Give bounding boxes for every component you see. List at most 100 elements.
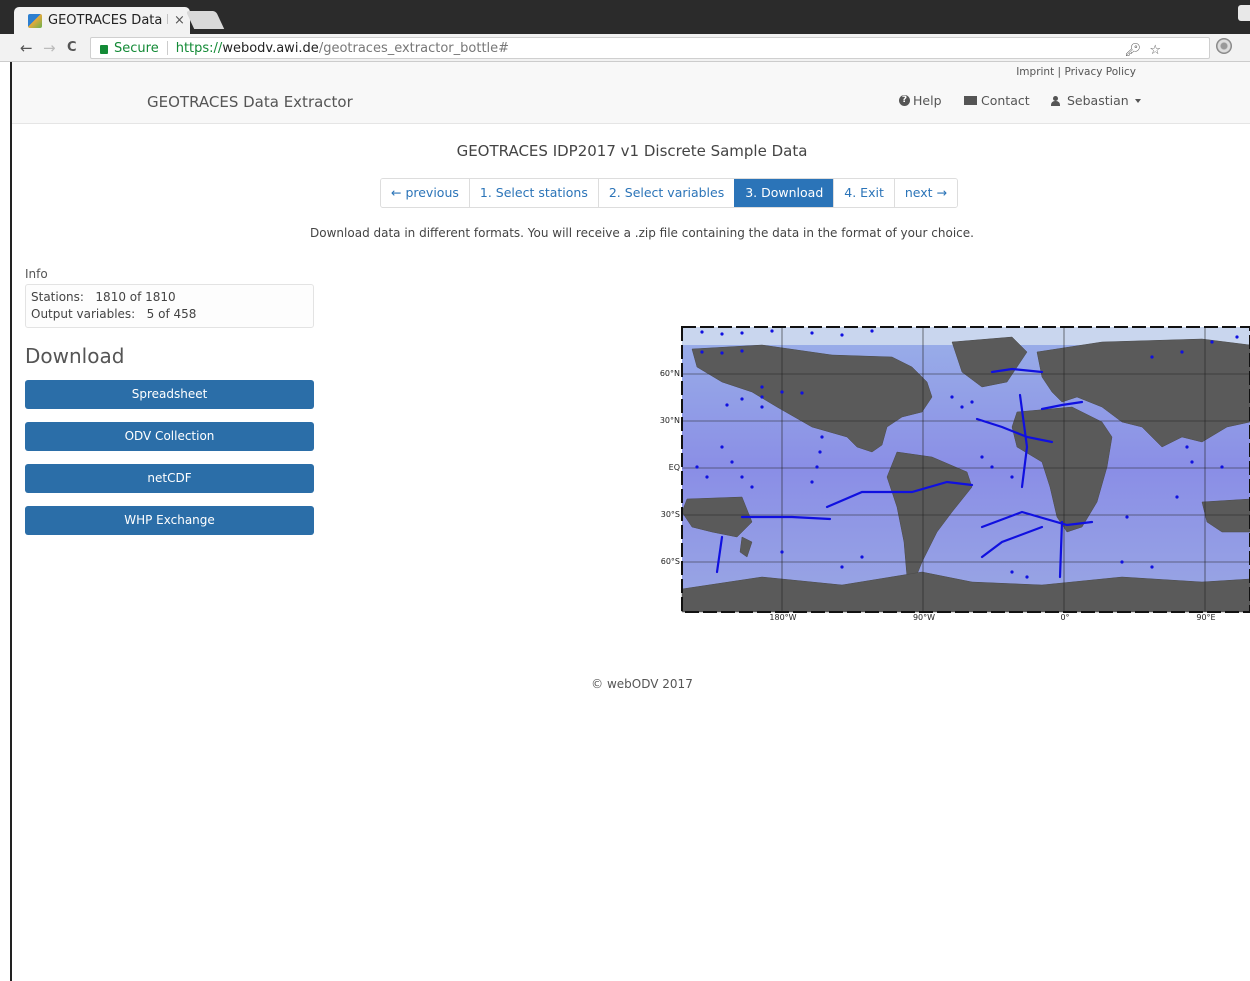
tab-title: GEOTRACES Data E xyxy=(48,13,168,28)
url-scheme: https:// xyxy=(175,40,223,56)
step-download[interactable]: 3. Download xyxy=(734,179,834,207)
user-name: Sebastian xyxy=(1067,93,1129,108)
station-point xyxy=(720,332,724,336)
brand-title[interactable]: GEOTRACES Data Extractor xyxy=(147,93,353,111)
station-point xyxy=(1175,495,1179,499)
download-heading: Download xyxy=(25,344,125,368)
station-point xyxy=(818,450,822,454)
step-select-stations[interactable]: 1. Select stations xyxy=(468,179,598,207)
next-button[interactable]: next → xyxy=(893,179,957,207)
station-map[interactable]: 60°N 30°N EQ 30°S 60°S 180°W 90°W 0° 90°… xyxy=(632,324,1250,624)
download-description: Download data in different formats. You … xyxy=(310,226,974,240)
station-point xyxy=(1120,560,1124,564)
station-point xyxy=(720,445,724,449)
lon-label-90e: 90°E xyxy=(1196,613,1216,622)
contact-label: Contact xyxy=(981,93,1030,108)
station-point xyxy=(990,465,994,469)
station-point xyxy=(780,390,784,394)
lon-label-0: 0° xyxy=(1060,613,1070,622)
whp-exchange-button[interactable]: WHP Exchange xyxy=(25,506,314,535)
privacy-policy-link[interactable]: Privacy Policy xyxy=(1064,66,1136,78)
imprint-link[interactable]: Imprint xyxy=(1016,66,1054,78)
station-point xyxy=(840,565,844,569)
top-links: Imprint | Privacy Policy xyxy=(1016,66,1136,78)
question-circle-icon: ? xyxy=(899,95,910,106)
spreadsheet-button[interactable]: Spreadsheet xyxy=(25,380,314,409)
help-link[interactable]: ? Help xyxy=(899,93,942,108)
new-tab-button[interactable] xyxy=(185,11,225,29)
window-menu-icon[interactable] xyxy=(1238,5,1250,21)
station-point xyxy=(740,349,744,353)
station-point xyxy=(810,331,814,335)
lon-label-180w: 180°W xyxy=(769,613,797,622)
station-point xyxy=(760,385,764,389)
netcdf-button[interactable]: netCDF xyxy=(25,464,314,493)
station-point xyxy=(870,329,874,333)
station-point xyxy=(1235,335,1239,339)
browser-tab-strip: GEOTRACES Data E × xyxy=(0,0,1250,34)
back-button[interactable]: ← xyxy=(20,39,33,57)
station-point xyxy=(720,351,724,355)
step-select-variables[interactable]: 2. Select variables xyxy=(597,179,735,207)
info-box: Stations: 1810 of 1810 Output variables:… xyxy=(25,284,314,328)
caret-down-icon xyxy=(1134,98,1141,103)
contact-link[interactable]: Contact xyxy=(964,93,1030,108)
forward-button[interactable]: → xyxy=(43,39,56,57)
station-point xyxy=(700,330,704,334)
lon-label-90w: 90°W xyxy=(912,613,936,622)
station-point xyxy=(695,465,699,469)
reload-button[interactable]: C xyxy=(67,40,77,55)
browser-tab[interactable]: GEOTRACES Data E × xyxy=(14,7,190,34)
star-icon[interactable]: ☆ xyxy=(1149,43,1161,58)
station-point xyxy=(740,397,744,401)
variables-label: Output variables: xyxy=(31,307,136,321)
omnibox-separator xyxy=(166,41,168,55)
page-title: GEOTRACES IDP2017 v1 Discrete Sample Dat… xyxy=(456,142,808,160)
url-field[interactable]: Secure https:// webodv.awi.de /geotraces… xyxy=(90,37,1210,59)
stations-value: 1810 of 1810 xyxy=(95,290,176,304)
station-point xyxy=(1010,475,1014,479)
station-point xyxy=(1150,565,1154,569)
station-point xyxy=(800,391,804,395)
lock-icon xyxy=(100,44,108,54)
bookmark-controls: 🔑︎ ☆ xyxy=(1125,43,1161,58)
station-point xyxy=(840,333,844,337)
station-point xyxy=(1025,575,1029,579)
station-point xyxy=(760,395,764,399)
odv-collection-button[interactable]: ODV Collection xyxy=(25,422,314,451)
envelope-icon xyxy=(964,96,977,105)
wizard-steps: ← previous 1. Select stations 2. Select … xyxy=(380,178,958,208)
previous-button[interactable]: ← previous xyxy=(381,179,469,207)
top-links-divider: | xyxy=(1057,66,1062,78)
station-point xyxy=(780,550,784,554)
station-point xyxy=(980,455,984,459)
site-favicon-icon xyxy=(28,13,42,28)
station-point xyxy=(1220,465,1224,469)
extension-icon[interactable] xyxy=(1216,38,1232,54)
station-point xyxy=(960,405,964,409)
station-point xyxy=(1150,355,1154,359)
station-point xyxy=(740,475,744,479)
station-point xyxy=(700,350,704,354)
station-point xyxy=(810,480,814,484)
station-point xyxy=(730,460,734,464)
page-footer: © webODV 2017 xyxy=(591,677,693,691)
station-point xyxy=(705,475,709,479)
tab-close-icon[interactable]: × xyxy=(174,13,185,28)
address-bar: ← → C Secure https:// webodv.awi.de /geo… xyxy=(0,34,1250,62)
page-content: Imprint | Privacy Policy GEOTRACES Data … xyxy=(10,62,1250,981)
variables-value: 5 of 458 xyxy=(146,307,197,321)
station-point xyxy=(1010,570,1014,574)
key-icon[interactable]: 🔑︎ xyxy=(1125,43,1142,58)
station-point xyxy=(820,435,824,439)
station-point xyxy=(750,485,754,489)
step-exit[interactable]: 4. Exit xyxy=(833,179,894,207)
station-point xyxy=(860,555,864,559)
info-label: Info xyxy=(25,267,48,281)
station-point xyxy=(1180,350,1184,354)
url-path: /geotraces_extractor_bottle# xyxy=(318,40,510,56)
station-point xyxy=(1185,445,1189,449)
station-point xyxy=(1210,340,1214,344)
user-menu[interactable]: Sebastian xyxy=(1051,93,1141,108)
secure-label: Secure xyxy=(114,40,159,56)
